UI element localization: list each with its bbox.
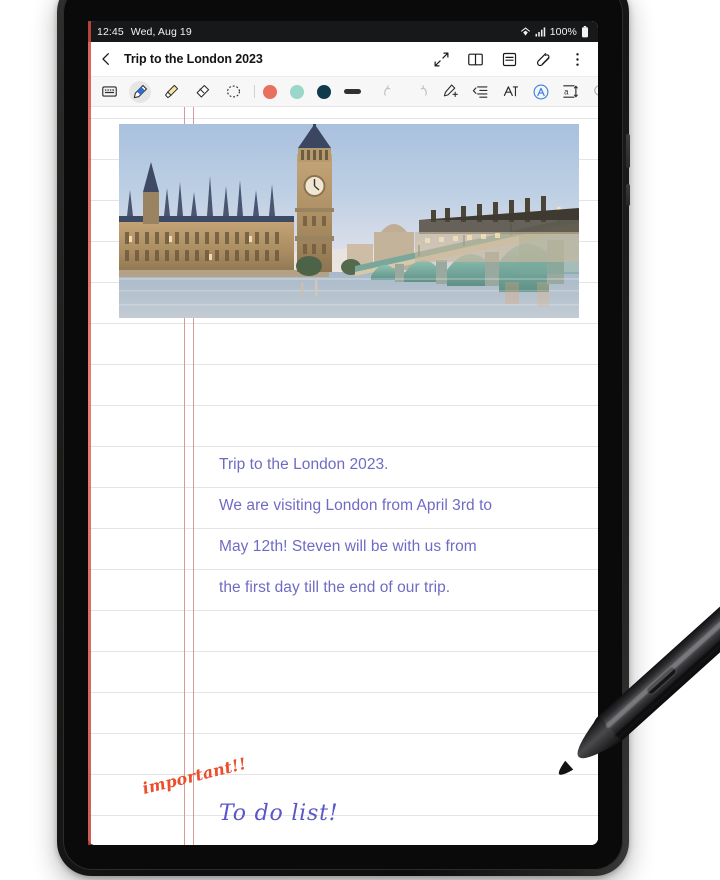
screen-edge-accent [88, 21, 91, 845]
text-size-icon[interactable]: a [560, 81, 581, 102]
stroke-thickness-bar[interactable] [344, 89, 361, 94]
back-chevron-icon[interactable] [98, 51, 114, 67]
typed-line-0: Trip to the London 2023. [219, 456, 389, 473]
lasso-select-icon[interactable] [222, 81, 244, 103]
typed-line-1: We are visiting London from April 3rd to [219, 497, 493, 514]
highlighter-icon[interactable] [160, 81, 182, 103]
status-time: 12:45 [97, 25, 124, 38]
attachment-icon[interactable] [535, 51, 552, 68]
handwritten-list-title[interactable]: To do list! [219, 801, 338, 826]
screenshot-stage: 12:45 Wed, Aug 19 100% Trip to the Londo… [0, 0, 720, 880]
paragraph-align-icon[interactable] [470, 81, 491, 102]
pen-settings-icon[interactable] [440, 81, 461, 102]
status-right-group: 100% [520, 25, 589, 38]
typed-line-2: May 12th! Steven will be with us from [219, 538, 477, 555]
power-button[interactable] [626, 134, 630, 168]
volume-button[interactable] [626, 184, 630, 206]
book-view-icon[interactable] [467, 51, 484, 68]
page-title: Trip to the London 2023 [124, 52, 263, 66]
status-date: Wed, Aug 19 [130, 25, 192, 38]
tablet-screen: 12:45 Wed, Aug 19 100% Trip to the Londo… [88, 21, 598, 845]
zoom-icon[interactable] [590, 81, 598, 102]
status-left-group: 12:45 Wed, Aug 19 [97, 26, 192, 38]
color-swatch-coral[interactable] [263, 84, 277, 99]
eraser-icon[interactable] [191, 81, 213, 103]
wifi-icon [520, 27, 530, 36]
undo-icon[interactable] [380, 81, 401, 102]
expand-icon[interactable] [433, 51, 450, 68]
status-bar: 12:45 Wed, Aug 19 100% [88, 21, 598, 42]
handwritten-important-note[interactable]: important!! [140, 754, 248, 798]
keyboard-icon[interactable] [98, 81, 120, 103]
color-swatch-navy[interactable] [317, 84, 331, 99]
title-bar: Trip to the London 2023 [88, 42, 598, 76]
battery-icon [582, 25, 588, 37]
title-action-group [433, 51, 586, 68]
text-convert-icon[interactable] [500, 81, 521, 102]
big-ben-photo[interactable] [119, 124, 579, 318]
color-swatch-mint[interactable] [290, 84, 304, 99]
note-list-icon[interactable] [501, 51, 518, 68]
pen-icon[interactable] [129, 80, 151, 103]
typed-note-text[interactable]: Trip to the London 2023. We are visiting… [219, 444, 579, 608]
signal-icon [535, 26, 545, 37]
toolbar-divider [254, 85, 255, 98]
more-options-icon[interactable] [569, 51, 586, 68]
typed-line-3: the first day till the end of our trip. [219, 579, 451, 596]
svg-text:a: a [564, 88, 569, 97]
redo-icon[interactable] [410, 81, 431, 102]
battery-percent-label: 100% [549, 25, 577, 38]
auto-format-icon[interactable] [530, 81, 551, 102]
drawing-toolbar: a [88, 76, 598, 107]
note-canvas[interactable]: Trip to the London 2023. We are visiting… [88, 107, 598, 845]
